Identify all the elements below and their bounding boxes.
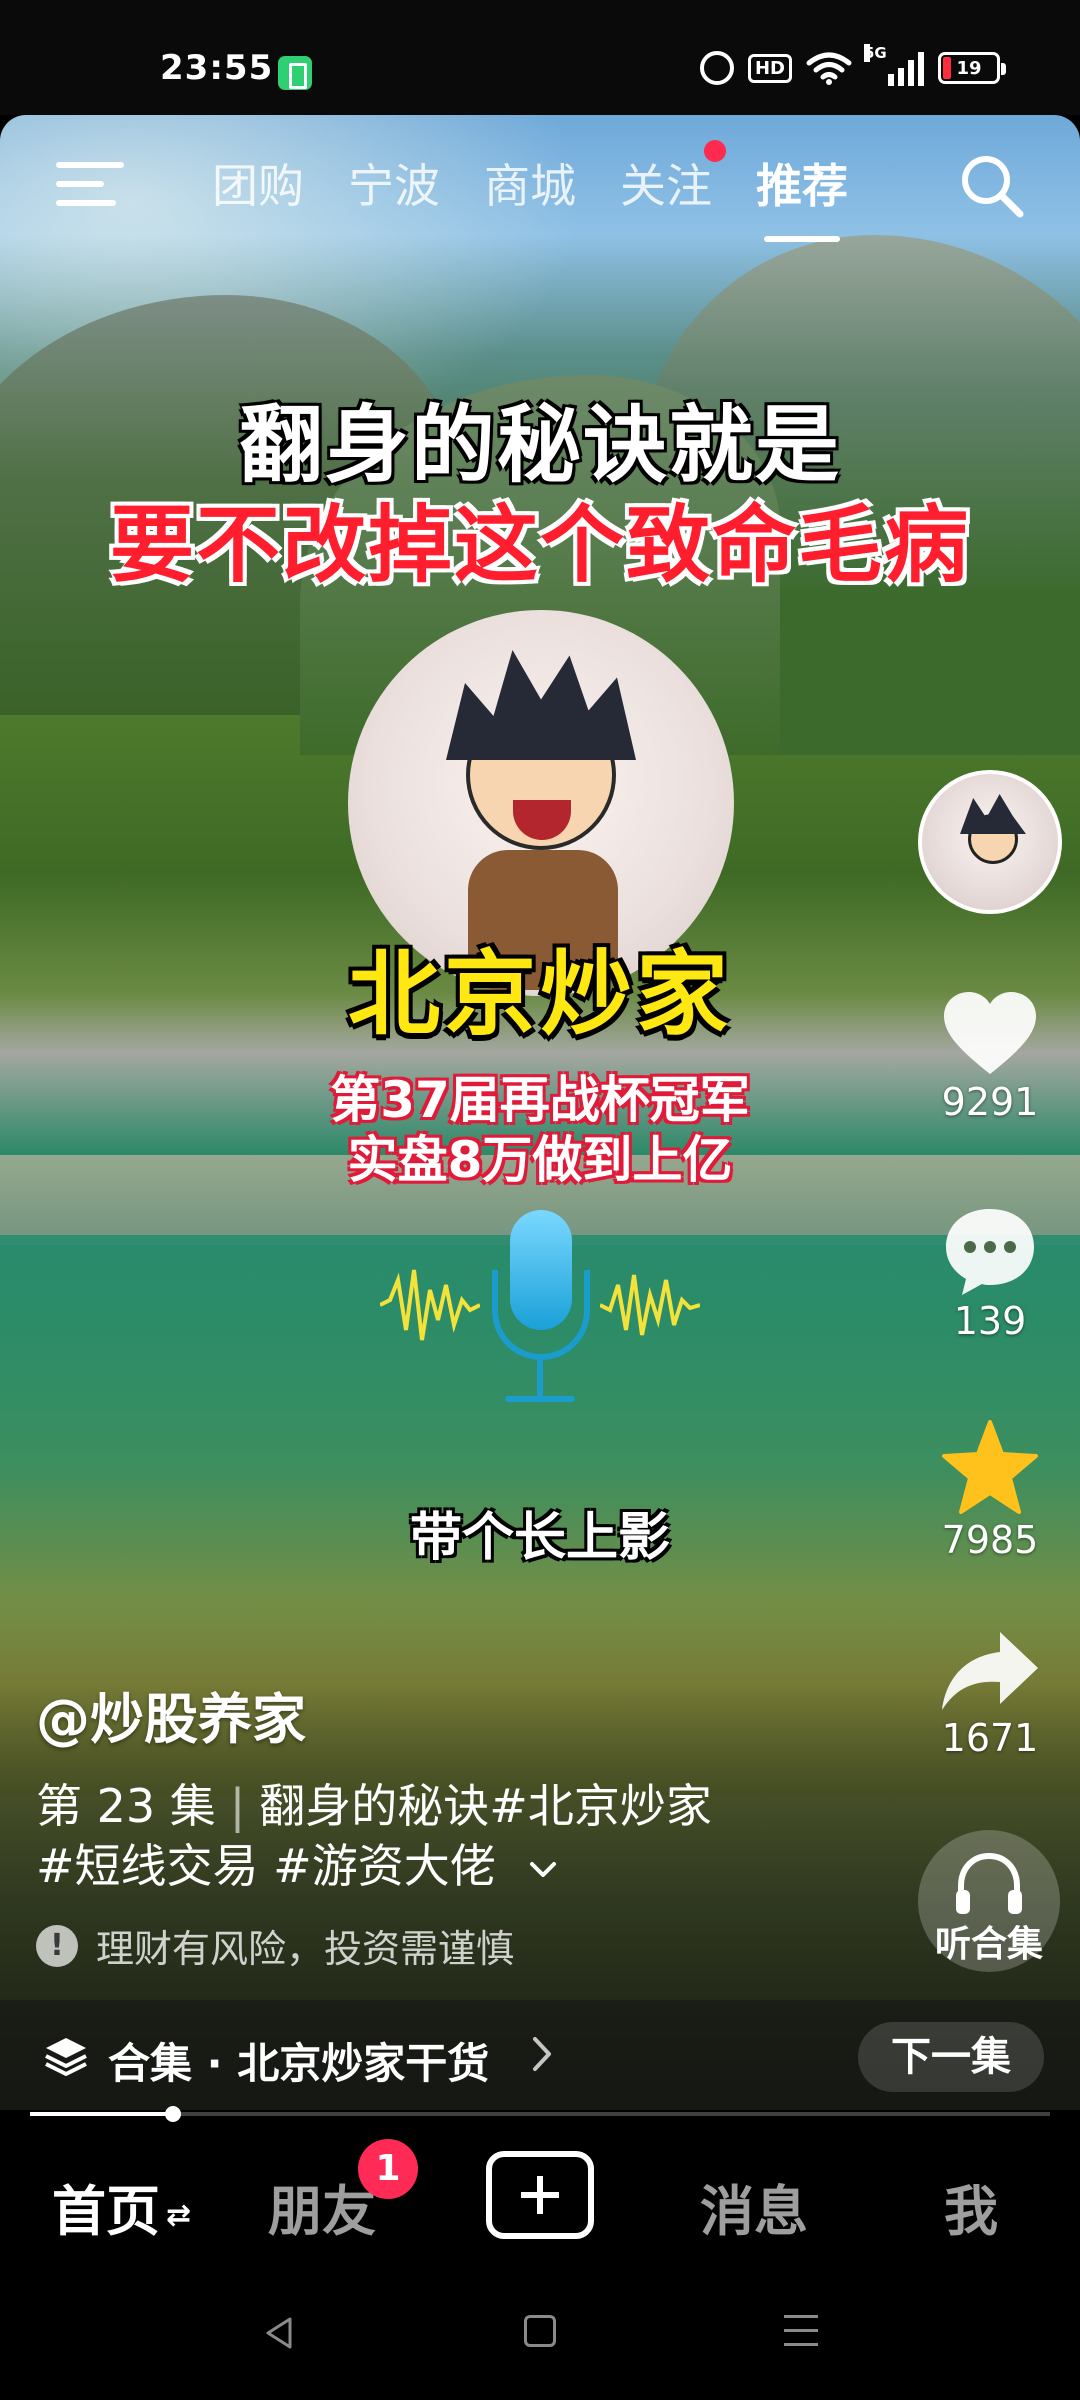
hd-icon: HD (747, 53, 792, 83)
star-icon (942, 1420, 1038, 1514)
recent-apps-icon[interactable] (784, 2315, 818, 2357)
status-time: 23:55 (160, 48, 274, 88)
creator-avatar-hair (960, 794, 1026, 834)
share-count: 1671 (941, 1716, 1039, 1760)
risk-notice-text: 理财有风险，投资需谨慎 (96, 1927, 515, 1971)
author-handle[interactable]: @炒股养家 (36, 1675, 306, 1754)
alarm-icon (699, 51, 734, 85)
battery-icon: 19 (938, 52, 1006, 84)
share-button[interactable]: 1671 (900, 1630, 1080, 1760)
swap-icon: ⇄ (166, 2197, 192, 2233)
search-icon[interactable] (956, 150, 1028, 222)
notification-dot (704, 140, 726, 162)
episode-number: 第 23 集 (36, 1779, 216, 1833)
friends-badge: 1 (358, 2139, 418, 2199)
chevron-right-icon (533, 2037, 551, 2071)
listen-collection-label: 听合集 (934, 1924, 1043, 1965)
battery-level: 19 (956, 57, 982, 79)
status-icons: HD 5G 19 (699, 44, 1006, 86)
cell-signal-icon: 5G (864, 44, 924, 86)
battery-saver-icon (278, 56, 312, 90)
tab-home[interactable]: 首页 ⇄ (52, 2167, 191, 2246)
microphone-stand (537, 1360, 543, 1400)
tab-following-label: 关注 (620, 159, 712, 213)
like-button[interactable]: 9291 (900, 990, 1080, 1124)
microphone-holder (492, 1270, 590, 1360)
tab-messages[interactable]: 消息 (700, 2167, 808, 2246)
caption-title-text: 翻身的秘诀#北京炒家 (259, 1779, 712, 1833)
creator-avatar[interactable] (918, 770, 1062, 914)
comment-icon (946, 1209, 1034, 1295)
microphone-graphic (380, 1210, 700, 1410)
nav-tabs: 团购 宁波 商城 关注 推荐 (212, 140, 848, 242)
tab-group-buy[interactable]: 团购 (212, 150, 304, 216)
microphone-base (505, 1396, 575, 1402)
collection-label: 合集 · 北京炒家干货 (108, 2039, 490, 2088)
menu-icon[interactable] (56, 156, 124, 212)
caption-separator: | (229, 1779, 246, 1833)
system-nav-bar (0, 2275, 1080, 2400)
share-arrow-icon (942, 1632, 1038, 1710)
heart-icon (944, 992, 1036, 1074)
home-icon[interactable] (524, 2315, 556, 2347)
tab-me[interactable]: 我 (944, 2167, 998, 2246)
top-nav: 团购 宁波 商城 关注 推荐 (0, 130, 1080, 242)
back-icon[interactable] (262, 2315, 298, 2351)
tag-line-2: 实盘8万做到上亿 (347, 1131, 733, 1189)
layers-icon (45, 2038, 87, 2076)
wifi-icon (806, 52, 852, 85)
tab-home-label: 首页 (52, 2180, 160, 2243)
caption-hashtags[interactable]: #短线交易 #游资大佬 (36, 1830, 558, 1896)
info-icon: ! (36, 1924, 78, 1967)
tab-ningbo[interactable]: 宁波 (348, 150, 440, 216)
tab-recommended[interactable]: 推荐 (756, 150, 848, 242)
collection-bar[interactable]: 合集 · 北京炒家干货 下一集 (0, 2000, 1080, 2110)
tab-mall[interactable]: 商城 (484, 150, 576, 216)
caption-title: 第 23 集 | 翻身的秘诀#北京炒家 (36, 1770, 712, 1836)
playback-progress-fill (30, 2112, 173, 2116)
hashtags-text: #短线交易 #游资大佬 (36, 1839, 496, 1893)
sound-wave-right-icon (600, 1274, 700, 1336)
bottom-tab-bar: 首页 ⇄ 朋友 1 消息 我 (0, 2125, 1080, 2275)
create-post-button[interactable] (486, 2151, 594, 2239)
avatar-hair (446, 650, 636, 760)
playback-progress-handle[interactable] (164, 2106, 181, 2122)
headline-line-2: 要不改掉这个致命毛病 (109, 496, 970, 594)
comment-count: 139 (953, 1299, 1027, 1343)
favorite-button[interactable]: 7985 (900, 1420, 1080, 1562)
like-count: 9291 (941, 1080, 1039, 1124)
risk-notice: ! 理财有风险，投资需谨慎 (36, 1918, 514, 1973)
network-type-label: 5G (864, 44, 887, 62)
chevron-down-icon[interactable] (528, 1860, 558, 1880)
next-episode-button[interactable]: 下一集 (858, 2022, 1044, 2092)
status-bar: 23:55 HD 5G 19 (0, 0, 1080, 115)
sound-wave-left-icon (380, 1269, 480, 1341)
comment-button[interactable]: 139 (900, 1205, 1080, 1343)
favorite-count: 7985 (941, 1518, 1039, 1562)
playback-progress-bar[interactable] (30, 2106, 1050, 2122)
tab-following[interactable]: 关注 (620, 140, 726, 216)
